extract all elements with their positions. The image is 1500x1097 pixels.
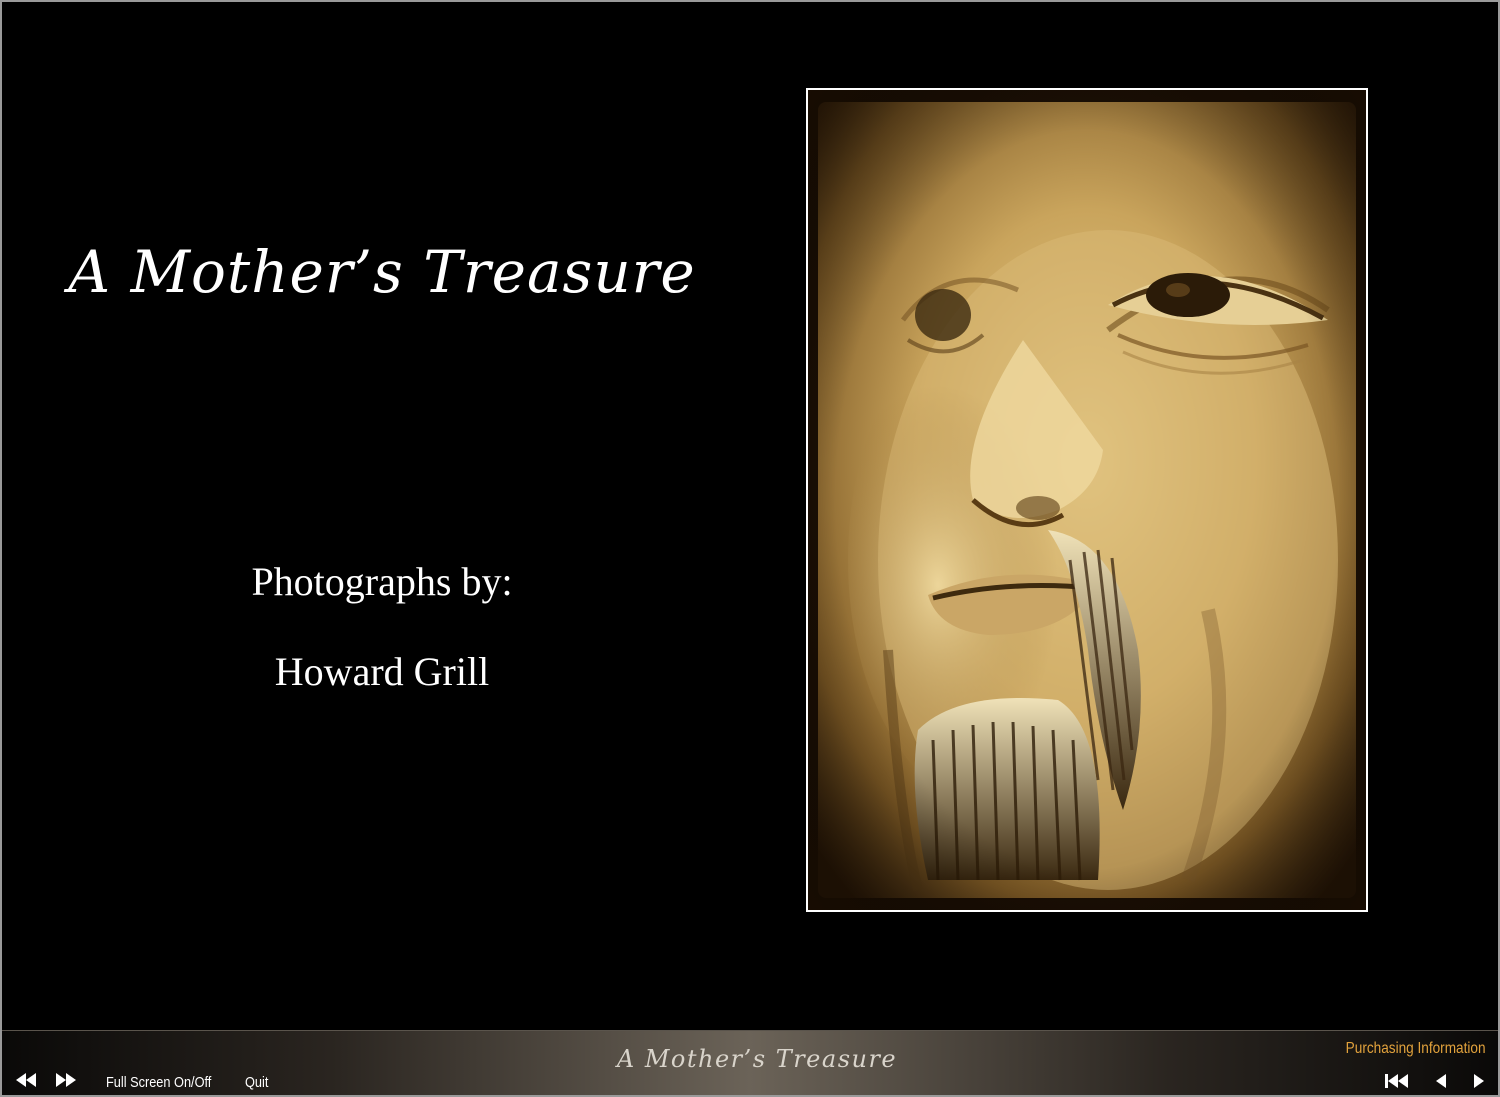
slide-stage: A Mother’s Treasure Photographs by: Howa… [2, 2, 1498, 1030]
rewind-icon[interactable] [14, 1071, 38, 1093]
cover-title: A Mother’s Treasure [68, 238, 696, 306]
cover-photo [806, 88, 1368, 912]
next-icon[interactable] [1472, 1072, 1486, 1094]
control-bar: Full Screen On/Off Quit A Mother’s Treas… [2, 1030, 1498, 1095]
bar-title: A Mother’s Treasure [616, 1045, 898, 1073]
previous-icon[interactable] [1434, 1072, 1448, 1094]
fast-forward-icon[interactable] [54, 1071, 78, 1093]
purchasing-information-link[interactable]: Purchasing Information [1346, 1040, 1486, 1058]
photographer-name: Howard Grill [274, 649, 490, 694]
carved-face-photo [808, 90, 1366, 910]
slideshow-window: A Mother’s Treasure Photographs by: Howa… [2, 2, 1498, 1095]
fullscreen-toggle-button[interactable]: Full Screen On/Off [106, 1074, 211, 1091]
quit-button[interactable]: Quit [245, 1074, 268, 1091]
skip-to-first-icon[interactable] [1384, 1072, 1410, 1094]
credit-label: Photographs by: [251, 559, 513, 604]
